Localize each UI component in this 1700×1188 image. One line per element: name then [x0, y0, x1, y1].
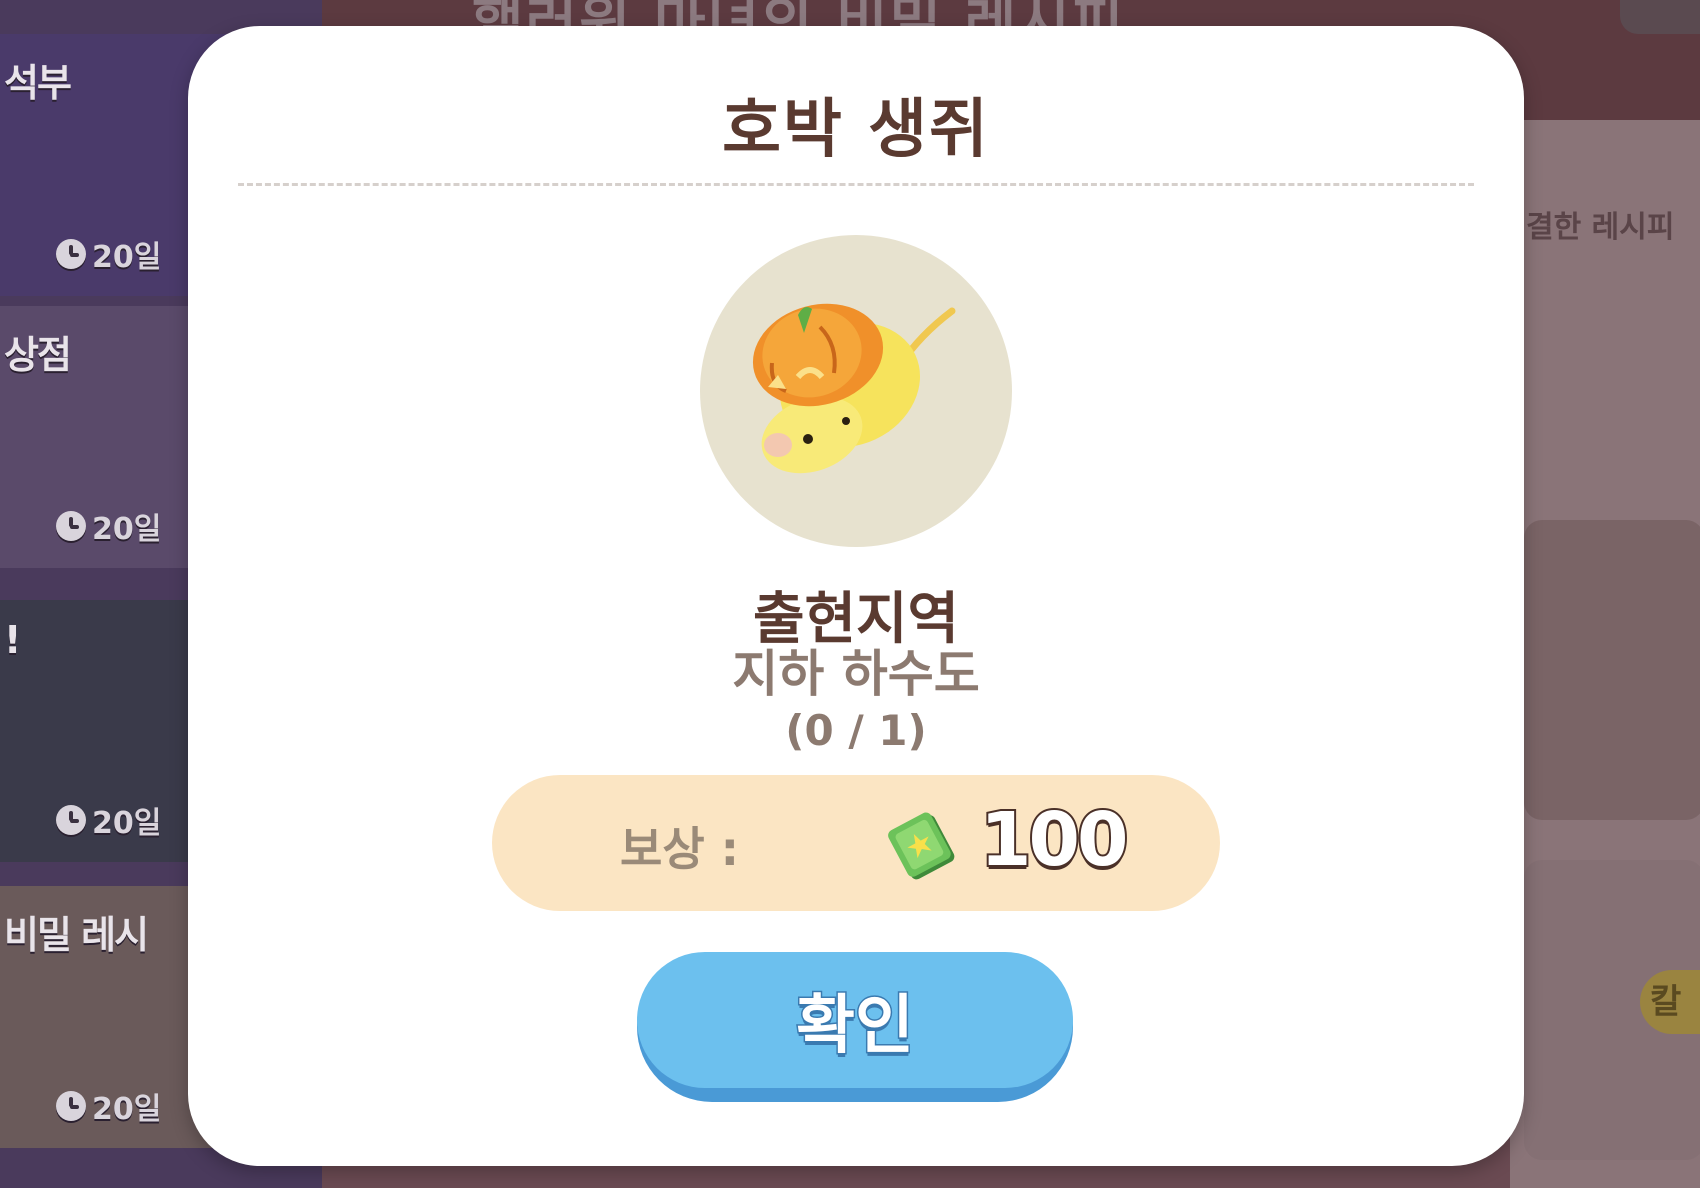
- event-card-timer-text: 20일: [92, 806, 162, 841]
- collection-progress: (0 / 1): [785, 706, 927, 755]
- background-clock-badge: [1620, 0, 1700, 34]
- reward-label: 보상 :: [620, 822, 740, 876]
- modal-title: 호박 생쥐: [722, 93, 990, 167]
- clock-icon: [56, 1091, 86, 1121]
- confirm-button[interactable]: 확인: [637, 952, 1073, 1102]
- confirm-button-label: 확인: [795, 988, 916, 1065]
- event-card-timer: 20일: [56, 232, 161, 276]
- game-screen: 핼러윈 마녀의 비밀 레시피 석부 20일 상점 20일 ! 20일 비: [0, 0, 1700, 1188]
- confirm-button-face: 확인: [637, 952, 1073, 1088]
- event-card-timer-text: 20일: [92, 240, 162, 275]
- clock-icon: [56, 511, 86, 541]
- clock-icon: [56, 239, 86, 269]
- event-card-timer-text: 20일: [92, 1092, 162, 1127]
- location-value: 지하 하수도: [732, 645, 980, 703]
- background-recipe-panel: 결한 레시피 칼: [1510, 120, 1700, 1188]
- background-badge: 칼: [1640, 970, 1700, 1034]
- event-card-title: 상점: [4, 333, 72, 377]
- event-card-timer: 20일: [56, 1084, 161, 1128]
- reward-bar: 보상 : 100: [492, 775, 1220, 911]
- event-card-timer: 20일: [56, 504, 161, 548]
- pumpkin-mouse-icon: [752, 303, 956, 474]
- event-card-timer: 20일: [56, 798, 161, 842]
- creature-portrait: [700, 235, 1012, 547]
- background-recipe-slot: [1524, 520, 1700, 820]
- event-card-title: 비밀 레시: [4, 913, 149, 957]
- cash-bundle-icon: [888, 812, 955, 880]
- event-card-timer-text: 20일: [92, 512, 162, 547]
- creature-info-modal: 호박 생쥐 출현지역 지하 하수도 (0 / 1) 보상: 100 확인: [188, 26, 1524, 1166]
- reward-amount: 100: [978, 795, 1130, 885]
- background-recipe-text: 결한 레시피: [1526, 210, 1675, 245]
- event-card-title: 석부: [4, 61, 72, 105]
- clock-icon: [56, 805, 86, 835]
- title-divider: [238, 183, 1474, 186]
- event-card-title: !: [4, 618, 21, 662]
